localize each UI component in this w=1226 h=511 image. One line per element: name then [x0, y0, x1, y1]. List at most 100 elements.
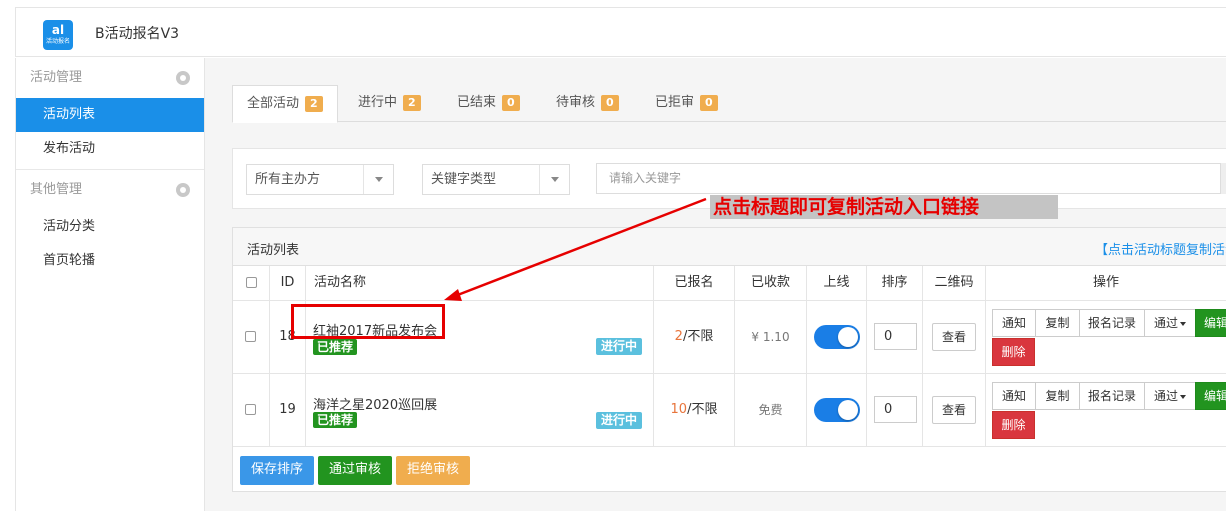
records-button[interactable]: 报名记录: [1079, 309, 1145, 337]
row-qr-cell: 查看: [923, 301, 986, 374]
activity-title-link[interactable]: 海洋之星2020巡回展: [313, 394, 437, 413]
tab-all[interactable]: 全部活动 2: [232, 85, 338, 123]
app-window: al 活动报名 B活动报名V3 活动管理 活动列表 发布活动 其他管理 活动分类…: [0, 0, 1226, 511]
row-checkbox[interactable]: [245, 331, 256, 342]
row-actions-cell: 通知 复制 报名记录 通过 编辑 删除: [986, 301, 1226, 374]
row-checkbox[interactable]: [245, 404, 256, 415]
notify-button[interactable]: 通知: [992, 382, 1036, 410]
copy-link-hint[interactable]: 【点击活动标题复制活动入口链接】: [1095, 239, 1226, 258]
toggle-knob: [838, 327, 858, 347]
approve-dropdown[interactable]: 通过: [1144, 309, 1196, 337]
row-sort-cell: 0: [867, 301, 923, 374]
row-name-cell: 海洋之星2020巡回展 已推荐 进行中: [306, 374, 654, 447]
row-name-cell: 红袖2017新品发布会 已推荐 进行中: [306, 301, 654, 374]
sidebar-group-activity[interactable]: 活动管理: [16, 58, 204, 98]
row-online-cell: [807, 301, 867, 374]
logo-caption: 活动报名: [45, 38, 70, 45]
tab-pending-review[interactable]: 待审核 0: [542, 85, 633, 122]
row-paid: ¥ 1.10: [735, 301, 807, 374]
tab-ended[interactable]: 已结束 0: [443, 85, 534, 122]
reject-review-button[interactable]: 拒绝审核: [396, 456, 470, 485]
sort-input[interactable]: 0: [874, 323, 917, 350]
panel-title: 活动列表: [247, 243, 300, 258]
status-tabs: 全部活动 2 进行中 2 已结束 0 待审核 0 已拒审 0: [232, 85, 1226, 123]
status-badge: 进行中: [596, 412, 643, 429]
notify-button[interactable]: 通知: [992, 309, 1036, 337]
edit-button[interactable]: 编辑: [1195, 309, 1226, 337]
keyword-search-input[interactable]: 请输入关键字: [596, 163, 1226, 194]
row-id: 18: [270, 301, 306, 374]
sidebar-group-label: 活动管理: [30, 70, 83, 85]
tab-rejected[interactable]: 已拒审 0: [641, 85, 732, 122]
row-qr-cell: 查看: [923, 374, 986, 447]
sort-input[interactable]: 0: [874, 396, 917, 423]
col-id: ID: [270, 266, 306, 301]
col-online: 上线: [807, 266, 867, 301]
approve-dropdown-label: 通过: [1153, 316, 1178, 330]
approve-dropdown[interactable]: 通过: [1144, 382, 1196, 410]
online-toggle[interactable]: [814, 398, 860, 422]
chevron-down-icon: [363, 165, 393, 194]
count-badge: 0: [502, 94, 520, 111]
panel-header: 活动列表 【点击活动标题复制活动入口链接】: [233, 228, 1226, 266]
tab-in-progress[interactable]: 进行中 2: [344, 85, 435, 122]
view-qrcode-button[interactable]: 查看: [932, 323, 976, 351]
chevron-down-icon: [1180, 321, 1186, 326]
col-sort: 排序: [867, 266, 923, 301]
recommended-badge: 已推荐: [313, 339, 358, 355]
gear-icon[interactable]: [176, 71, 190, 85]
annotation-callout: 点击标题即可复制活动入口链接: [710, 195, 1058, 219]
gear-icon[interactable]: [176, 183, 190, 197]
organizer-select-value: 所有主办方: [255, 172, 321, 187]
col-paid: 已收款: [735, 266, 807, 301]
count-badge: 2: [403, 94, 421, 111]
sidebar-group-label: 其他管理: [30, 182, 83, 197]
col-signed: 已报名: [654, 266, 735, 301]
sidebar-item-publish-activity[interactable]: 发布活动: [16, 132, 204, 166]
edit-button[interactable]: 编辑: [1195, 382, 1226, 410]
copy-button[interactable]: 复制: [1035, 309, 1080, 337]
sidebar-item-activity-category[interactable]: 活动分类: [16, 210, 204, 244]
sidebar: 活动管理 活动列表 发布活动 其他管理 活动分类 首页轮播: [15, 58, 205, 511]
toggle-knob: [838, 400, 858, 420]
tab-label: 已拒审: [655, 95, 695, 110]
chevron-down-icon: [1180, 394, 1186, 399]
row-signed: 10/不限: [654, 374, 735, 447]
app-logo: al 活动报名: [43, 20, 73, 50]
signed-limit: /不限: [687, 402, 718, 417]
delete-button[interactable]: 删除: [992, 338, 1035, 366]
row-sort-cell: 0: [867, 374, 923, 447]
tab-label: 进行中: [358, 95, 398, 110]
row-id: 19: [270, 374, 306, 447]
records-button[interactable]: 报名记录: [1079, 382, 1145, 410]
count-badge: 2: [305, 95, 323, 112]
signed-count[interactable]: 2: [675, 329, 683, 344]
save-sort-button[interactable]: 保存排序: [240, 456, 314, 485]
delete-button[interactable]: 删除: [992, 411, 1035, 439]
count-badge: 0: [700, 94, 718, 111]
tab-label: 全部活动: [247, 96, 300, 111]
sidebar-group-other[interactable]: 其他管理: [16, 170, 204, 210]
row-paid: 免费: [735, 374, 807, 447]
signed-limit: /不限: [682, 329, 714, 344]
approve-review-button[interactable]: 通过审核: [318, 456, 392, 485]
search-button[interactable]: [1220, 163, 1226, 194]
signed-count[interactable]: 10: [671, 402, 688, 417]
activity-title-link[interactable]: 红袖2017新品发布会: [313, 320, 437, 339]
status-badge: 进行中: [596, 338, 643, 355]
sidebar-item-activity-list[interactable]: 活动列表: [16, 98, 204, 132]
tab-label: 已结束: [457, 95, 497, 110]
organizer-select[interactable]: 所有主办方: [246, 164, 394, 195]
col-qrcode: 二维码: [923, 266, 986, 301]
top-bar: al 活动报名 B活动报名V3: [15, 7, 1226, 57]
online-toggle[interactable]: [814, 325, 860, 349]
view-qrcode-button[interactable]: 查看: [932, 396, 976, 424]
row-signed: 2/不限: [654, 301, 735, 374]
select-all-checkbox[interactable]: [245, 277, 257, 288]
logo-mark: al: [51, 23, 65, 37]
copy-button[interactable]: 复制: [1035, 382, 1080, 410]
activity-list-panel: 活动列表 【点击活动标题复制活动入口链接】 ID 活动名称 已报名 已收款 上线…: [232, 227, 1226, 492]
keyword-type-select[interactable]: 关键字类型: [422, 164, 570, 195]
sidebar-item-home-carousel[interactable]: 首页轮播: [16, 244, 204, 278]
keyword-type-select-value: 关键字类型: [431, 172, 497, 187]
